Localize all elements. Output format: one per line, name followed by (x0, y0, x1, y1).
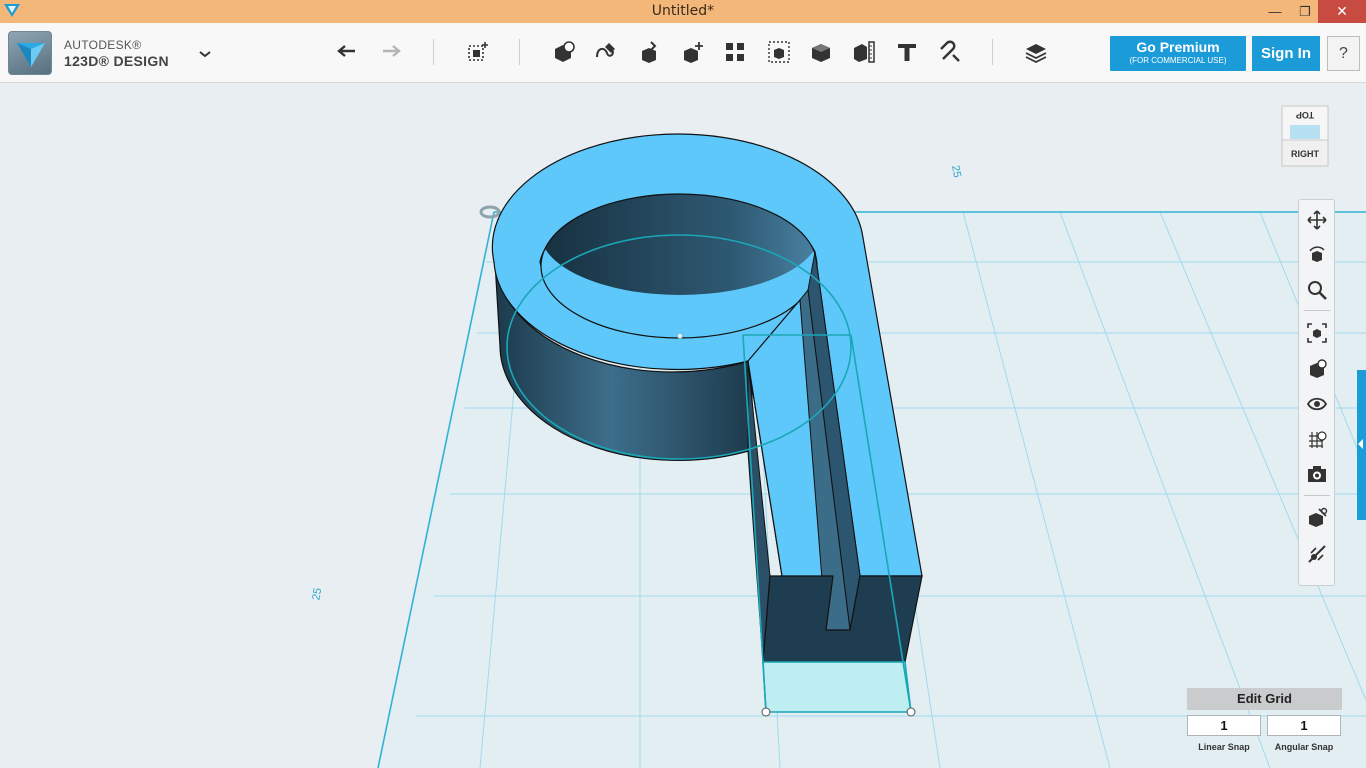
main-toolbar: AUTODESK® 123D® DESIGN Go Premium (FOR C… (0, 23, 1366, 83)
nav-separator (1304, 310, 1330, 311)
transform-icon (468, 42, 488, 61)
app-menu-logo-icon[interactable] (8, 31, 52, 75)
camera-icon (1308, 466, 1326, 482)
fit-icon (1307, 323, 1327, 343)
default-view-button[interactable] (1303, 355, 1331, 383)
orbit-icon (1309, 246, 1325, 262)
linear-snap-label: Linear Snap (1198, 742, 1250, 752)
linear-snap-input[interactable]: 1 (1187, 715, 1261, 736)
material-view-icon (1309, 507, 1328, 527)
brand-line-2: 123D® DESIGN (64, 53, 169, 69)
primitives-icon (555, 41, 575, 62)
redo-button[interactable] (373, 35, 407, 69)
undo-button[interactable] (331, 35, 365, 69)
combine-icon (812, 44, 830, 62)
3d-viewport[interactable]: 25 25 (0, 84, 1366, 768)
grid-toggle-button[interactable] (1303, 425, 1331, 453)
visibility-button[interactable] (1303, 390, 1331, 418)
maximize-button[interactable]: ❐ (1288, 0, 1322, 23)
construct-button[interactable] (632, 35, 666, 69)
toolbar-separator (433, 39, 434, 65)
window-title: Untitled* (651, 3, 715, 19)
redo-icon (383, 45, 401, 57)
toolbar-separator (992, 39, 993, 65)
combine-button[interactable] (804, 35, 838, 69)
home-view-icon (1310, 359, 1327, 378)
view-cube[interactable]: TOP RIGHT (1278, 102, 1332, 172)
fit-button[interactable] (1303, 319, 1331, 347)
nav-separator (1304, 495, 1330, 496)
grid-icon (1309, 431, 1327, 448)
zoom-icon (1308, 281, 1327, 300)
measure-icon (854, 41, 875, 63)
brand-line-1: AUTODESK® (64, 38, 142, 52)
snap-button[interactable] (933, 35, 967, 69)
transform-button[interactable] (461, 35, 495, 69)
eye-icon (1306, 397, 1328, 411)
go-premium-sublabel: (FOR COMMERCIAL USE) (1129, 56, 1227, 65)
material-view-button[interactable] (1303, 504, 1331, 532)
sign-in-button[interactable]: Sign In (1252, 36, 1320, 71)
screenshot-button[interactable] (1303, 460, 1331, 488)
modify-button[interactable] (676, 35, 710, 69)
undo-icon (337, 45, 355, 57)
view-cube-top-face[interactable]: TOP (1296, 110, 1314, 120)
material-icon (1025, 44, 1047, 64)
angular-snap-input[interactable]: 1 (1267, 715, 1341, 736)
toolbar-separator (519, 39, 520, 65)
measure-button[interactable] (847, 35, 881, 69)
text-button[interactable] (890, 35, 924, 69)
primitives-button[interactable] (546, 35, 580, 69)
edit-grid-button[interactable]: Edit Grid (1187, 688, 1342, 710)
pan-icon (1307, 210, 1327, 230)
view-cube-right-face[interactable]: RIGHT (1291, 149, 1320, 159)
close-button[interactable]: ✕ (1318, 0, 1366, 23)
sketch-icon (596, 43, 615, 58)
zoom-button[interactable] (1303, 276, 1331, 304)
material-button[interactable] (1019, 35, 1053, 69)
minimize-button[interactable]: — (1258, 0, 1292, 23)
orbit-button[interactable] (1303, 241, 1331, 269)
side-panel-tab[interactable] (1357, 370, 1366, 520)
text-icon (898, 44, 916, 61)
go-premium-button[interactable]: Go Premium (FOR COMMERCIAL USE) (1110, 36, 1246, 71)
grid-dimension-top: 25 (949, 164, 963, 178)
pattern-button[interactable] (718, 35, 752, 69)
go-premium-label: Go Premium (1136, 39, 1220, 55)
navigation-bar (1298, 199, 1335, 586)
grouping-icon (768, 41, 790, 63)
help-button[interactable]: ? (1327, 36, 1360, 71)
pattern-icon (726, 43, 744, 61)
chevron-down-icon[interactable] (196, 45, 214, 63)
grid-dimension-left: 25 (310, 587, 324, 601)
modify-icon (684, 42, 703, 63)
title-bar: Untitled* — ❐ ✕ (0, 0, 1366, 23)
construct-icon (642, 41, 657, 63)
angular-snap-label: Angular Snap (1274, 742, 1334, 752)
pan-button[interactable] (1303, 206, 1331, 234)
sketch-button[interactable] (589, 35, 623, 69)
snap-icon (940, 40, 960, 62)
grouping-button[interactable] (762, 35, 796, 69)
scene-canvas[interactable]: 25 25 (0, 84, 1366, 768)
snap-view-icon (1308, 545, 1326, 563)
snap-view-button[interactable] (1303, 540, 1331, 568)
